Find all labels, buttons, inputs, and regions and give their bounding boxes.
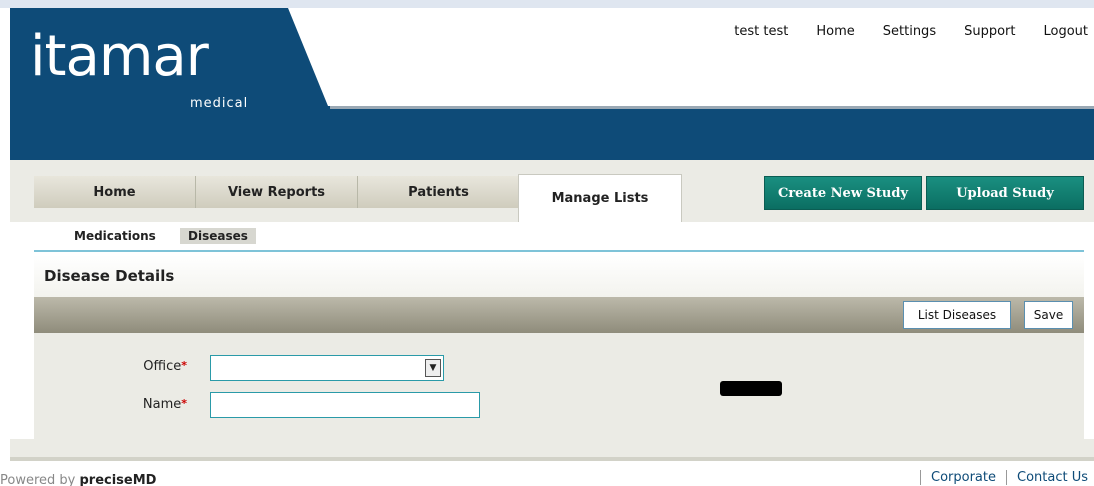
disease-form: Office* ▼ Name* [34,333,1084,439]
main-tabs: Home View Reports Patients Manage Lists … [10,160,1094,222]
footer-links: Corporate Contact Us [910,470,1088,485]
header: itamar medical test test Home Settings S… [10,8,1094,160]
subnav-medications[interactable]: Medications [66,228,164,244]
user-name-link[interactable]: test test [734,24,788,39]
contact-us-link[interactable]: Contact Us [1006,470,1088,485]
corporate-link[interactable]: Corporate [920,470,996,485]
top-nav: test test Home Settings Support Logout [734,24,1088,39]
list-diseases-button[interactable]: List Diseases [903,301,1011,329]
subnav-diseases[interactable]: Diseases [180,228,256,244]
tab-home[interactable]: Home [34,176,196,208]
create-new-study-button[interactable]: Create New Study [764,176,922,210]
save-button[interactable]: Save [1024,301,1073,329]
name-required-mark: * [181,397,187,410]
chevron-down-icon[interactable]: ▼ [425,359,441,377]
office-label: Office* [143,359,187,374]
sub-nav: Medications Diseases [34,222,1084,252]
bottom-band [10,439,1094,461]
action-bar: List Diseases Save [34,297,1084,333]
powered-brand[interactable]: preciseMD [79,473,156,486]
logo[interactable]: itamar [30,22,209,92]
settings-link[interactable]: Settings [883,24,936,39]
top-strip [0,0,1094,8]
title-bar: Disease Details [34,255,1084,297]
home-link[interactable]: Home [816,24,854,39]
page-title: Disease Details [44,267,175,285]
office-select[interactable]: ▼ [210,355,444,381]
name-label: Name* [142,397,187,412]
support-link[interactable]: Support [964,24,1015,39]
name-input[interactable] [210,392,480,418]
header-divider [330,106,1094,109]
upload-study-button[interactable]: Upload Study [926,176,1084,210]
tab-manage-lists[interactable]: Manage Lists [518,174,682,222]
office-required-mark: * [181,359,187,372]
logo-subtitle: medical [190,96,249,111]
logout-link[interactable]: Logout [1043,24,1088,39]
tab-view-reports[interactable]: View Reports [196,176,358,208]
redacted-block [720,381,782,396]
tab-patients[interactable]: Patients [358,176,520,208]
powered-by: Powered by preciseMD [0,473,157,486]
